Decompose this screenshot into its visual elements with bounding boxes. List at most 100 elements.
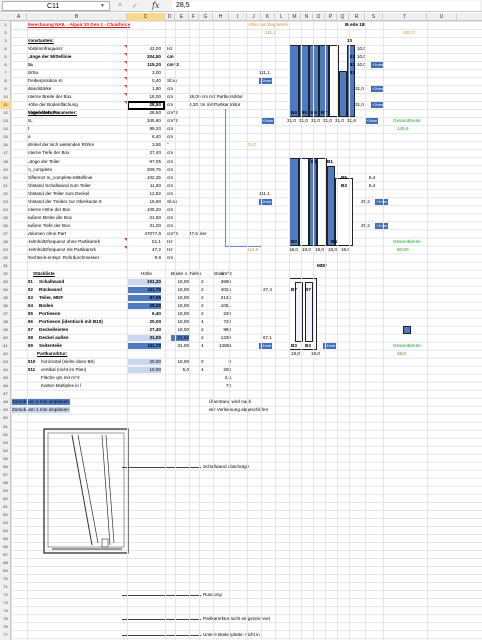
row-header-16[interactable]: 16 [0, 141, 11, 149]
row-header-69[interactable]: 69 [0, 567, 11, 575]
row-header-65[interactable]: 65 [0, 535, 11, 543]
row-header-30[interactable]: 30 [0, 254, 11, 262]
row-header-66[interactable]: 66 [0, 543, 11, 551]
row-header-61[interactable]: 61 [0, 503, 11, 511]
column-header-l[interactable]: L [275, 13, 289, 21]
param-value[interactable]: 3,00 [127, 70, 161, 76]
row-header-23[interactable]: 23 [0, 198, 11, 206]
column-header-d[interactable]: D [165, 13, 175, 21]
row-header-51[interactable]: 51 [0, 423, 11, 431]
row-header-70[interactable]: 70 [0, 575, 11, 583]
row-header-71[interactable]: 71 [0, 583, 11, 591]
row-header-60[interactable]: 60 [0, 495, 11, 503]
row-header-32[interactable]: 32 [0, 270, 11, 278]
row-header-26[interactable]: 26 [0, 222, 11, 230]
column-header-k[interactable]: K [261, 13, 275, 21]
row-header-2[interactable]: 2 [0, 29, 11, 37]
row-header-35[interactable]: 35 [0, 294, 11, 302]
name-box[interactable]: C11 [2, 1, 110, 11]
column-header-m[interactable]: M [289, 13, 301, 21]
row-header-31[interactable]: 31 [0, 262, 11, 270]
row-header-20[interactable]: 20 [0, 174, 11, 182]
row-header-63[interactable]: 63 [0, 519, 11, 527]
row-header-45[interactable]: 45 [0, 374, 11, 382]
row-header-13[interactable]: 13 [0, 117, 11, 125]
row-header-53[interactable]: 53 [0, 439, 11, 447]
column-header-t[interactable]: T [383, 13, 427, 21]
column-header-a[interactable]: A [11, 13, 27, 21]
row-header-21[interactable]: 21 [0, 182, 11, 190]
row-header-8[interactable]: 8 [0, 77, 11, 85]
row-header-25[interactable]: 25 [0, 214, 11, 222]
row-header-11[interactable]: 11 [0, 101, 11, 110]
row-header-43[interactable]: 43 [0, 358, 11, 366]
row-header-24[interactable]: 24 [0, 206, 11, 214]
row-header-34[interactable]: 34 [0, 286, 11, 294]
column-header-p[interactable]: P [325, 13, 337, 21]
column-header-b[interactable]: B [27, 13, 127, 21]
row-header-59[interactable]: 59 [0, 487, 11, 495]
row-header-4[interactable]: 4 [0, 45, 11, 53]
row-header-39[interactable]: 39 [0, 326, 11, 334]
column-header-e[interactable]: E [175, 13, 189, 21]
row-header-72[interactable]: 72 [0, 591, 11, 599]
param-value[interactable]: 1,80 [127, 86, 161, 92]
row-header-73[interactable]: 73 [0, 599, 11, 607]
param-value[interactable]: 42,00 [127, 46, 162, 52]
row-header-17[interactable]: 17 [0, 149, 11, 157]
cancel-icon[interactable]: × [118, 2, 122, 9]
row-header-52[interactable]: 52 [0, 431, 11, 439]
enter-icon[interactable]: ✓ [132, 2, 138, 10]
column-header-g[interactable]: G [199, 13, 213, 21]
row-header-15[interactable]: 15 [0, 133, 11, 141]
row-header-47[interactable]: 47 [0, 390, 11, 398]
row-header-50[interactable]: 50 [0, 414, 11, 422]
row-header-27[interactable]: 27 [0, 230, 11, 238]
row-header-40[interactable]: 40 [0, 334, 11, 342]
row-header-58[interactable]: 58 [0, 479, 11, 487]
row-header-41[interactable]: 41 [0, 342, 11, 350]
sheet-grid[interactable]: 1 2 3 4 5 6 7 8 9 10 11 12 13 14 15 16 17 18 19 20 21 22 23 24 2… [0, 21, 482, 640]
column-header-i[interactable]: I [229, 13, 247, 21]
row-header-67[interactable]: 67 [0, 551, 11, 559]
row-header-1[interactable]: 1 [0, 21, 11, 29]
row-header-7[interactable]: 7 [0, 69, 11, 77]
column-header-u[interactable]: U [427, 13, 457, 21]
formula-input[interactable]: 28,5 [172, 1, 480, 11]
column-header-n[interactable]: N [301, 13, 313, 21]
row-header-77[interactable]: 77 [0, 631, 11, 639]
row-header-68[interactable]: 68 [0, 559, 11, 567]
row-header-76[interactable]: 76 [0, 623, 11, 631]
column-header-f[interactable]: F [189, 13, 199, 21]
row-header-36[interactable]: 36 [0, 302, 11, 310]
row-header-22[interactable]: 22 [0, 190, 11, 198]
row-header-42[interactable]: 42 [0, 350, 11, 358]
column-header-q[interactable]: Q [337, 13, 349, 21]
row-header-46[interactable]: 46 [0, 382, 11, 390]
row-header-5[interactable]: 5 [0, 53, 11, 61]
param-value[interactable]: 204,50 [127, 54, 161, 60]
column-header-s[interactable]: S [365, 13, 383, 21]
row-header-64[interactable]: 64 [0, 527, 11, 535]
function-icon[interactable]: fx [152, 1, 159, 10]
row-header-10[interactable]: 10 [0, 93, 11, 101]
column-header-r[interactable]: R [349, 13, 365, 21]
row-header-28[interactable]: 28 [0, 238, 11, 246]
column-header-j[interactable]: J [247, 13, 261, 21]
row-header-29[interactable]: 29 [0, 246, 11, 254]
row-header-74[interactable]: 74 [0, 607, 11, 615]
row-header-44[interactable]: 44 [0, 366, 11, 374]
row-header-49[interactable]: 49 [0, 406, 11, 414]
param-value[interactable]: 28,50 [127, 110, 162, 116]
param-value[interactable]: 0,40 [127, 78, 161, 84]
row-header-62[interactable]: 62 [0, 511, 11, 519]
row-header-75[interactable]: 75 [0, 615, 11, 623]
active-cell-value[interactable]: 28,50 [127, 102, 162, 108]
row-header-38[interactable]: 38 [0, 318, 11, 326]
row-header-9[interactable]: 9 [0, 85, 11, 93]
row-header-33[interactable]: 33 [0, 278, 11, 286]
chevron-down-icon[interactable]: ▼ [100, 3, 105, 9]
row-header-3[interactable]: 3 [0, 37, 11, 45]
row-header-48[interactable]: 48 [0, 398, 11, 406]
row-header-54[interactable]: 54 [0, 447, 11, 455]
